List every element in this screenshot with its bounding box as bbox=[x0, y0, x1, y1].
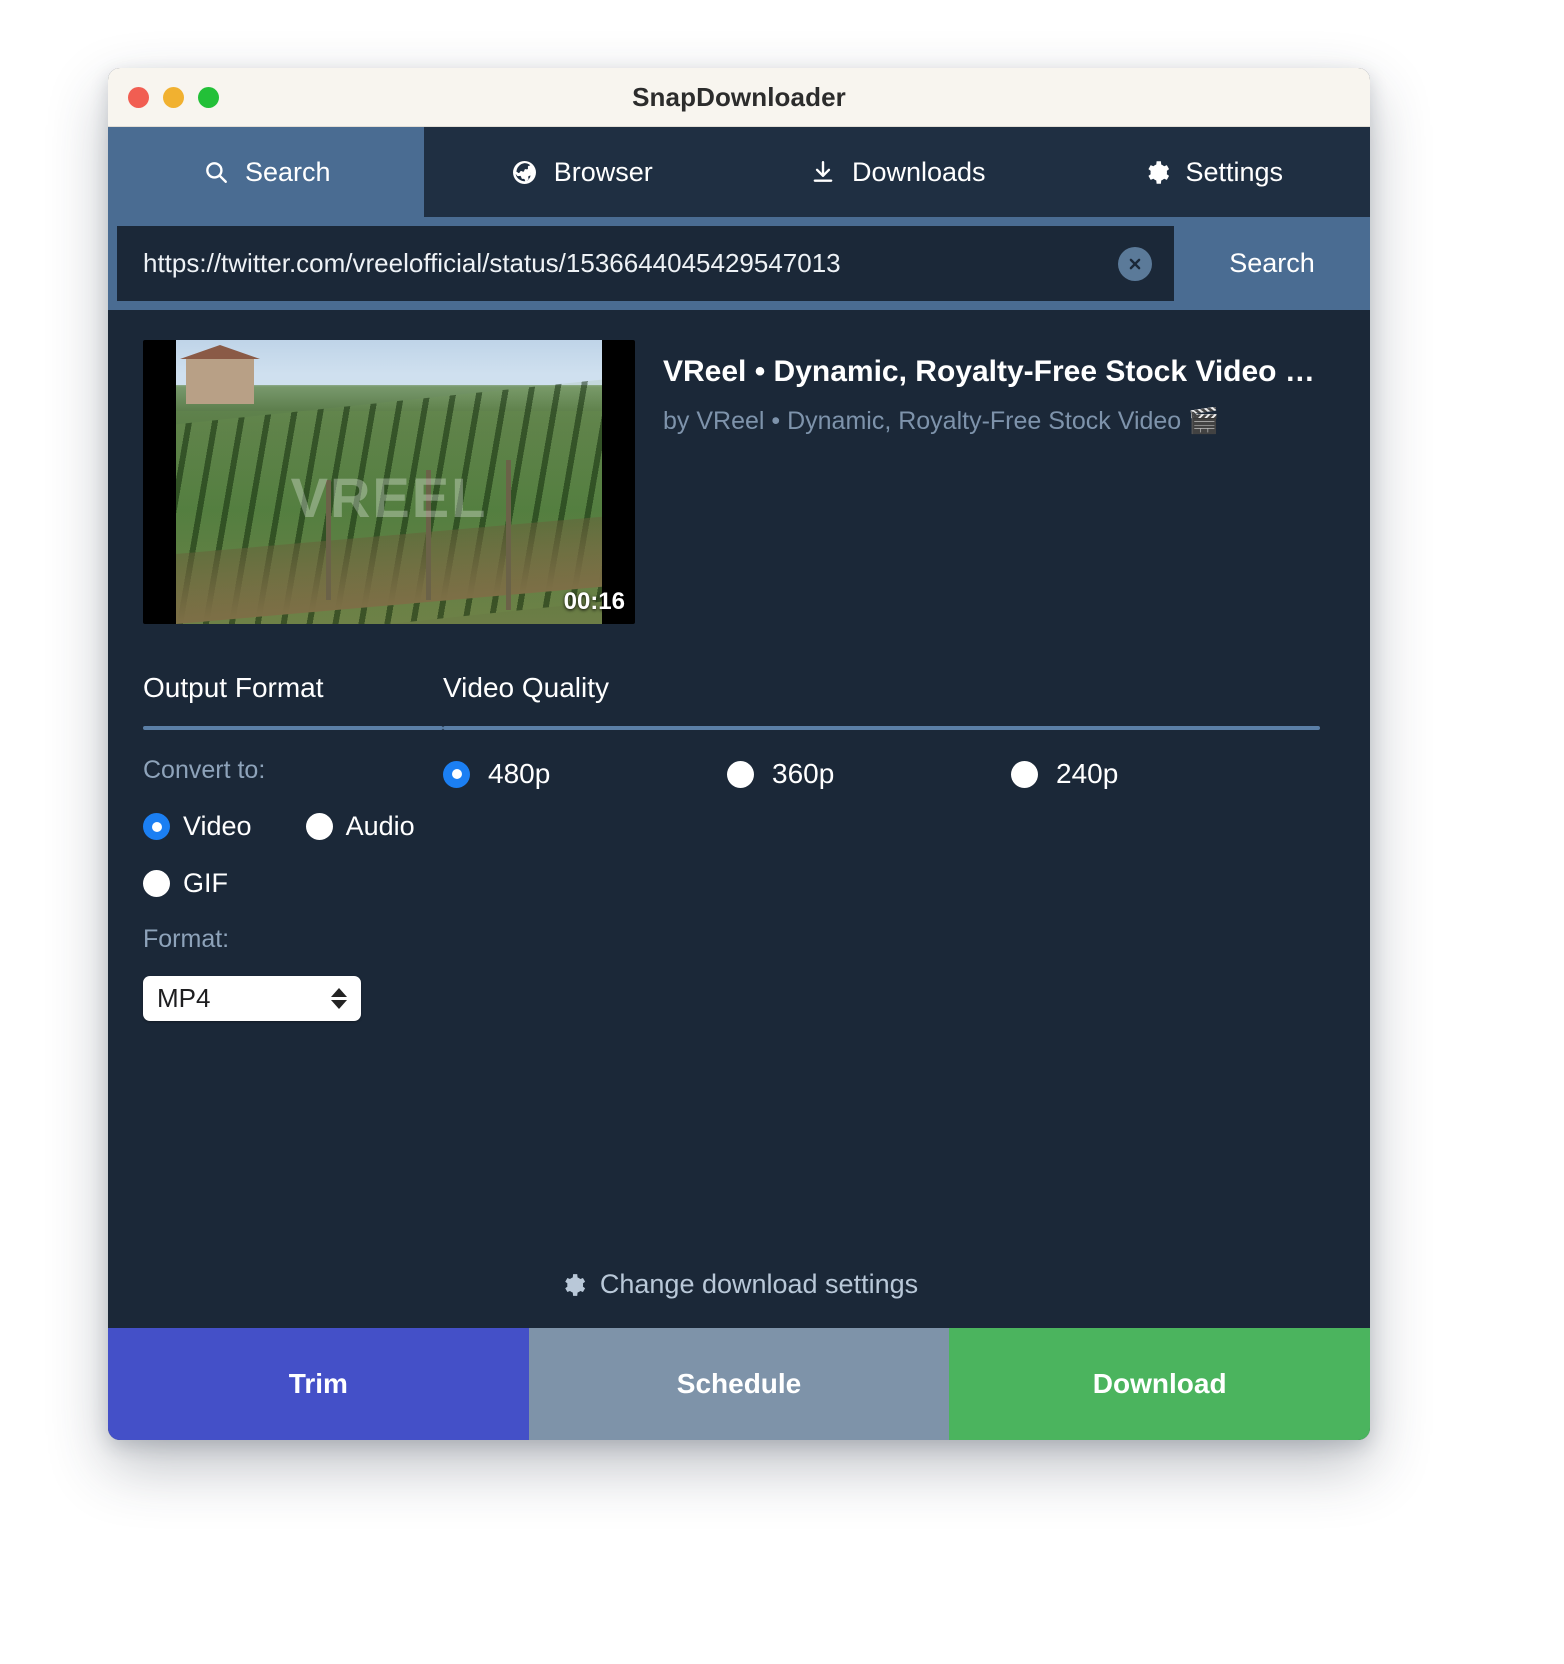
gear-icon bbox=[560, 1272, 586, 1298]
video-thumbnail[interactable]: VREEL 00:16 bbox=[143, 340, 635, 624]
window-controls bbox=[128, 86, 219, 108]
tab-search-label: Search bbox=[244, 156, 331, 187]
video-quality-heading: Video Quality bbox=[443, 672, 610, 703]
radio-label-gif: GIF bbox=[183, 868, 228, 898]
radio-indicator-240p[interactable] bbox=[1011, 760, 1038, 788]
convert-to-label: Convert to: bbox=[143, 756, 266, 784]
quality-option-240p[interactable]: 240p bbox=[1011, 758, 1295, 790]
options-area: Output Format Convert to: Video Audio GI… bbox=[108, 624, 1370, 1021]
video-title: VReel • Dynamic, Royalty-Free Stock Vide… bbox=[663, 355, 1333, 388]
radio-indicator-360p[interactable] bbox=[727, 760, 754, 788]
tab-settings[interactable]: Settings bbox=[1055, 127, 1371, 217]
thumbnail-image: VREEL bbox=[176, 340, 602, 624]
radio-label-video: Video bbox=[183, 811, 252, 841]
quality-label-240p: 240p bbox=[1056, 758, 1119, 789]
tab-search[interactable]: Search bbox=[108, 127, 424, 217]
video-duration-badge: 00:16 bbox=[563, 588, 625, 615]
search-icon bbox=[201, 157, 231, 187]
format-select-value: MP4 bbox=[157, 983, 211, 1013]
app-window: SnapDownloader Search Browser Downloads … bbox=[108, 68, 1370, 1440]
tab-bar: Search Browser Downloads Settings bbox=[108, 127, 1370, 217]
tab-downloads[interactable]: Downloads bbox=[739, 127, 1055, 217]
close-window-button[interactable] bbox=[128, 86, 149, 108]
section-divider bbox=[143, 726, 443, 730]
radio-label-audio: Audio bbox=[345, 811, 415, 841]
format-select[interactable]: MP4 bbox=[143, 976, 361, 1021]
video-quality-radio-group: 480p 360p 240p bbox=[443, 758, 1320, 790]
format-label: Format: bbox=[143, 925, 230, 953]
change-download-settings-label: Change download settings bbox=[599, 1269, 919, 1299]
url-bar-row: https://twitter.com/vreelofficial/status… bbox=[108, 217, 1370, 310]
output-format-heading: Output Format bbox=[143, 672, 324, 703]
tab-settings-label: Settings bbox=[1185, 156, 1284, 187]
download-button[interactable]: Download bbox=[949, 1328, 1370, 1440]
thumbnail-watermark: VREEL bbox=[290, 465, 488, 529]
minimize-window-button[interactable] bbox=[163, 86, 184, 108]
radio-indicator-video[interactable] bbox=[143, 813, 170, 840]
video-result: VREEL 00:16 VReel • Dynamic, Royalty-Fre… bbox=[108, 310, 1370, 624]
quality-label-360p: 360p bbox=[772, 758, 835, 789]
schedule-button[interactable]: Schedule bbox=[528, 1328, 950, 1440]
stepper-arrows-icon[interactable] bbox=[331, 988, 347, 1009]
video-meta: VReel • Dynamic, Royalty-Free Stock Vide… bbox=[635, 340, 1370, 624]
url-input-value: https://twitter.com/vreelofficial/status… bbox=[143, 248, 841, 278]
radio-indicator-gif[interactable] bbox=[143, 870, 170, 897]
radio-option-video[interactable]: Video bbox=[143, 811, 252, 842]
zoom-window-button[interactable] bbox=[198, 86, 219, 108]
search-submit-button[interactable]: Search bbox=[1174, 217, 1370, 310]
quality-option-360p[interactable]: 360p bbox=[727, 758, 1011, 790]
radio-indicator-audio[interactable] bbox=[305, 813, 333, 840]
clear-circle-icon[interactable] bbox=[1118, 246, 1152, 281]
section-divider bbox=[443, 726, 1320, 730]
result-panel: VREEL 00:16 VReel • Dynamic, Royalty-Fre… bbox=[108, 310, 1370, 1328]
video-quality-section: Video Quality 480p 360p 240p bbox=[443, 672, 1370, 1021]
trim-button[interactable]: Trim bbox=[108, 1328, 529, 1440]
convert-to-radio-group-row1: Video Audio bbox=[143, 811, 443, 842]
video-author: by VReel • Dynamic, Royalty-Free Stock V… bbox=[663, 407, 1220, 435]
window-title: SnapDownloader bbox=[632, 81, 846, 112]
title-bar: SnapDownloader bbox=[108, 68, 1370, 127]
radio-option-gif[interactable]: GIF bbox=[143, 868, 228, 899]
quality-option-480p[interactable]: 480p bbox=[443, 758, 727, 790]
radio-indicator-480p[interactable] bbox=[443, 760, 470, 788]
action-bar: Trim Schedule Download bbox=[108, 1328, 1370, 1440]
tab-browser-label: Browser bbox=[553, 156, 653, 187]
tab-browser[interactable]: Browser bbox=[424, 127, 740, 217]
download-icon bbox=[808, 157, 838, 187]
output-format-section: Output Format Convert to: Video Audio GI… bbox=[143, 672, 443, 1021]
globe-icon bbox=[510, 157, 540, 187]
quality-label-480p: 480p bbox=[488, 758, 551, 789]
barn-shape bbox=[180, 345, 260, 404]
change-download-settings-link[interactable]: Change download settings bbox=[108, 1269, 1370, 1300]
convert-to-radio-group-row2: GIF bbox=[143, 868, 443, 899]
url-input[interactable]: https://twitter.com/vreelofficial/status… bbox=[117, 226, 1174, 301]
gear-icon bbox=[1141, 157, 1171, 187]
tab-downloads-label: Downloads bbox=[851, 156, 986, 187]
radio-option-audio[interactable]: Audio bbox=[305, 811, 415, 842]
